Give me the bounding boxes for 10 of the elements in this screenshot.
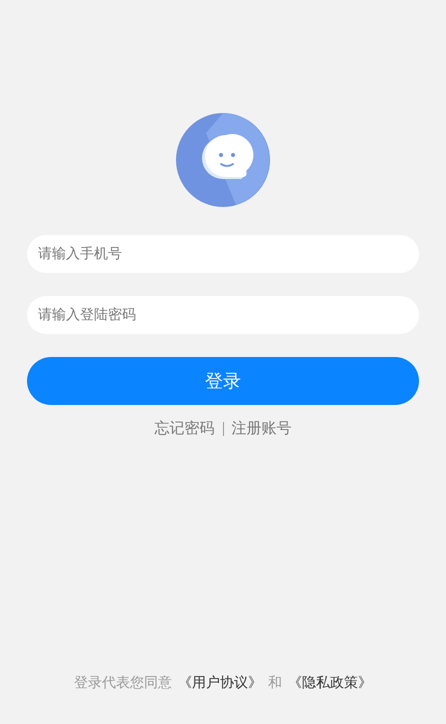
password-input-field[interactable]: 请输入登陆密码 — [27, 296, 419, 334]
account-link[interactable]: 注册账号 — [232, 419, 292, 438]
login-button[interactable]: 登录 — [27, 357, 419, 405]
chat-face-logo-icon — [176, 113, 270, 207]
user-agreement-link[interactable]: 《用户协议》 — [178, 674, 262, 692]
agreement-text: 登录代表您同意 — [74, 674, 172, 692]
privacy-policy-link[interactable]: 《隐私政策》 — [288, 674, 372, 692]
agreement-joiner: 和 — [268, 674, 282, 692]
phone-input-field[interactable]: 请输入手机号 — [27, 235, 419, 273]
account-link[interactable]: 忘记密码 — [154, 419, 214, 438]
